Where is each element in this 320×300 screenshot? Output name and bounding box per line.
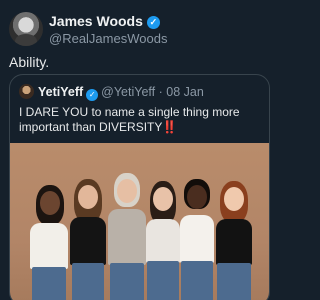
author-name-row[interactable]: James Woods ✓ bbox=[49, 13, 160, 29]
author-name[interactable]: James Woods bbox=[49, 13, 143, 29]
quoted-tweet[interactable]: YetiYeff ✓ @YetiYeff · 08 Jan I DARE YOU t… bbox=[9, 74, 270, 300]
separator-dot: · bbox=[158, 85, 163, 99]
double-exclamation-icon: ‼️ bbox=[162, 120, 177, 134]
quoted-tweet-body: I DARE YOU to name a single thing more i… bbox=[19, 105, 240, 134]
quoted-author-avatar[interactable] bbox=[19, 84, 34, 99]
tweet[interactable]: James Woods ✓ @RealJamesWoods Ability. Ye… bbox=[0, 0, 278, 300]
quoted-tweet-header: YetiYeff ✓ @YetiYeff · 08 Jan bbox=[19, 84, 204, 101]
quoted-tweet-date[interactable]: 08 Jan bbox=[166, 85, 204, 99]
author-handle[interactable]: @RealJamesWoods bbox=[49, 31, 167, 46]
quoted-tweet-image[interactable] bbox=[10, 143, 269, 300]
quoted-author-name[interactable]: YetiYeff bbox=[38, 85, 83, 99]
author-avatar[interactable] bbox=[9, 12, 43, 46]
tweet-text: Ability. bbox=[9, 54, 50, 70]
quoted-tweet-text: I DARE YOU to name a single thing more i… bbox=[19, 105, 259, 135]
person-figure bbox=[208, 143, 258, 300]
quoted-author-handle[interactable]: @YetiYeff bbox=[101, 85, 155, 99]
verified-badge-icon: ✓ bbox=[146, 16, 160, 29]
verified-badge-icon: ✓ bbox=[86, 89, 99, 101]
